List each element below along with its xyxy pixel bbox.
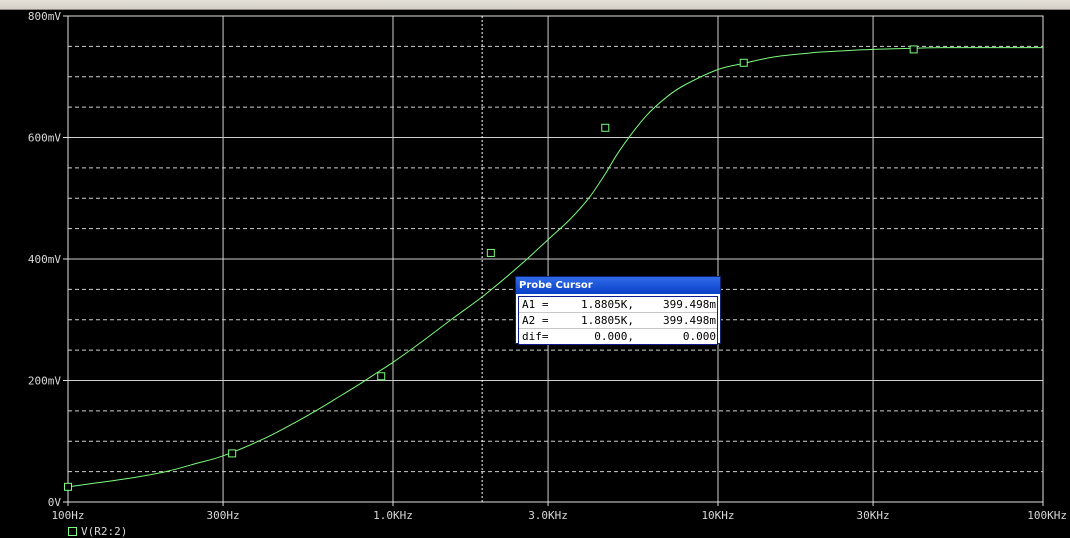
x-tick-label: 10KHz [701,509,734,522]
probe-cursor-table: A1 = 1.8805K, 399.498m A2 = 1.8805K, 399… [518,296,718,345]
x-tick-label: 3.0KHz [528,509,568,522]
x-tick-label: 30KHz [857,509,890,522]
y-axis: 0V 200mV 400mV 600mV 800mV [28,10,68,509]
probe-label: A1 = [522,298,549,311]
x-tick-label: 100KHz [1027,509,1067,522]
series-marker [228,449,237,458]
series-marker [601,123,610,132]
y-tick-label: 400mV [28,253,61,266]
probe-x-value: 1.8805K, [581,298,634,311]
x-tick-label: 300Hz [207,509,240,522]
legend[interactable]: V(R2:2) [68,525,127,538]
probe-y-value: 399.498m [663,298,716,311]
probe-y-value: 399.498m [663,314,716,327]
probe-label: A2 = [522,314,549,327]
series-marker [739,58,748,67]
probe-label: dif= [522,330,549,343]
plot-area[interactable]: 0V 200mV 400mV 600mV 800mV 100Hz 300Hz 1.0KHz 3… [0,9,1070,523]
probe-x-value: 1.8805K, [581,314,634,327]
legend-label: V(R2:2) [81,525,128,538]
x-axis: 100Hz 300Hz 1.0KHz 3.0KHz 10KHz 30KHz 100KHz [51,502,1067,522]
probe-cursor-window[interactable]: Probe Cursor A1 = 1.8805K, 399.498m A2 =… [515,276,721,345]
y-tick-label: 600mV [28,132,61,145]
probe-row-a1: A1 = 1.8805K, 399.498m [519,297,717,313]
x-tick-label: 100Hz [51,509,84,522]
series-marker [64,482,72,491]
probe-cursor-title[interactable]: Probe Cursor [516,277,720,294]
legend-marker-icon [68,527,77,536]
y-tick-label: 0V [48,496,62,509]
probe-y-value: 0.000 [682,330,716,343]
y-tick-label: 200mV [28,375,61,388]
y-tick-label: 800mV [28,10,61,23]
series-marker [377,372,386,381]
series-marker [909,45,918,54]
grid [68,16,1043,502]
probe-row-a2: A2 = 1.8805K, 399.498m [519,313,717,329]
x-tick-label: 1.0KHz [373,509,413,522]
series-marker [486,248,495,257]
probe-row-dif: dif= 0.000, 0.000 [519,329,717,344]
probe-x-value: 0.000, [594,330,634,343]
series-line-v-r2-2 [67,47,1044,488]
series-markers [64,45,918,491]
